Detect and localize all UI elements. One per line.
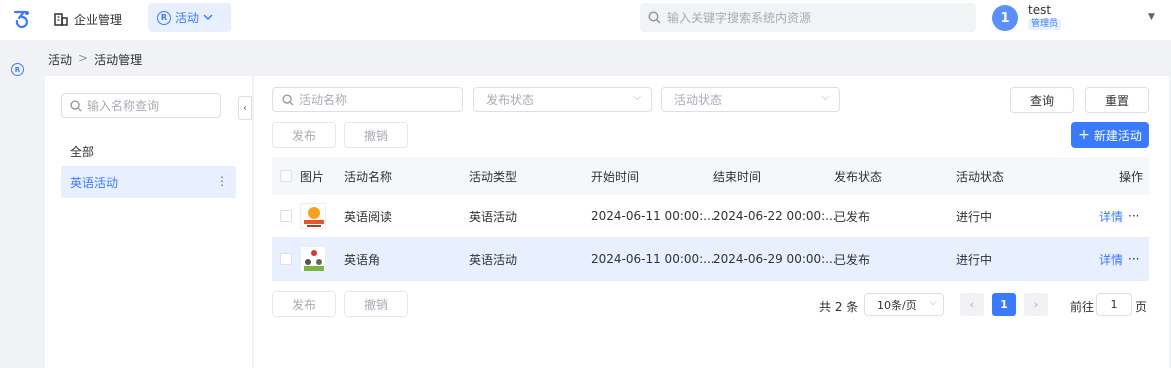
category-tree-panel: 输入名称查询 全部 英语活动 ⋮	[45, 76, 252, 368]
activity-image-icon	[301, 204, 325, 228]
tree-item-all[interactable]: 全部	[70, 143, 94, 160]
activity-icon: R	[157, 10, 171, 25]
activity-name-placeholder: 活动名称	[299, 93, 348, 107]
global-search-input[interactable]: 输入关键字搜索系统内资源	[640, 3, 976, 32]
col-end: 结束时间	[713, 169, 762, 184]
nav-enterprise-management[interactable]: 企业管理	[54, 10, 122, 28]
table-row[interactable]: 英语角 英语活动 2024-06-11 00:00:... 2024-06-29…	[272, 238, 1149, 281]
revoke-button-bottom[interactable]: 撤销	[344, 291, 408, 317]
left-rail: R	[0, 40, 34, 368]
goto-page-input[interactable]: 1	[1096, 293, 1132, 316]
pagination-total: 共 2 条	[819, 300, 859, 314]
activity-image-icon	[301, 247, 325, 271]
activity-name-input[interactable]: 活动名称	[272, 87, 463, 112]
row-name: 英语角	[344, 252, 381, 267]
more-actions-icon[interactable]: ···	[1128, 195, 1139, 237]
avatar[interactable]: 1	[992, 5, 1018, 31]
user-role-badge: 管理员	[1028, 19, 1062, 30]
activity-thumbnail	[300, 246, 326, 272]
col-name: 活动名称	[344, 169, 393, 184]
publish-button-bottom[interactable]: 发布	[272, 291, 336, 317]
chevron-down-icon: ⌵	[929, 297, 937, 308]
select-all-checkbox[interactable]	[280, 170, 292, 182]
global-search-placeholder: 输入关键字搜索系统内资源	[667, 11, 812, 25]
search-icon	[282, 93, 294, 106]
chevron-down-icon: ⌵	[633, 92, 641, 103]
table-row[interactable]: 英语阅读 英语活动 2024-06-11 00:00:... 2024-06-2…	[272, 195, 1149, 238]
tree-search-input[interactable]: 输入名称查询	[61, 93, 221, 118]
user-menu-caret-icon[interactable]: ▼	[1148, 12, 1155, 22]
tree-item-selected[interactable]: 英语活动 ⋮	[61, 166, 236, 198]
detail-link[interactable]: 详情	[1099, 195, 1123, 237]
collapse-panel-button[interactable]: ‹	[238, 96, 252, 120]
row-start: 2024-06-11 00:00:...	[591, 209, 715, 223]
activity-menu-icon[interactable]: R	[11, 63, 24, 76]
col-publish-status: 发布状态	[834, 169, 883, 184]
publish-status-select[interactable]: 发布状态 ⌵	[473, 87, 652, 112]
row-checkbox[interactable]	[280, 253, 292, 265]
more-vertical-icon[interactable]: ⋮	[216, 174, 228, 188]
breadcrumb-current: 活动管理	[94, 53, 143, 67]
page-size-select[interactable]: 10条/页 ⌵	[864, 293, 944, 316]
publish-button-top[interactable]: 发布	[272, 122, 336, 148]
col-start: 开始时间	[591, 169, 640, 184]
activity-status-select[interactable]: 活动状态 ⌵	[661, 87, 840, 112]
publish-status-placeholder: 发布状态	[486, 93, 535, 107]
plus-icon: +	[1078, 127, 1090, 143]
query-button[interactable]: 查询	[1010, 87, 1074, 113]
user-name[interactable]: test	[1028, 3, 1051, 17]
more-actions-icon[interactable]: ···	[1128, 238, 1139, 280]
col-image: 图片	[300, 169, 325, 184]
row-checkbox[interactable]	[280, 210, 292, 222]
new-activity-label: 新建活动	[1093, 128, 1142, 143]
breadcrumb-separator-icon: >	[78, 51, 89, 65]
top-bar: 企业管理 R 活动 输入关键字搜索系统内资源 1 test 管理员 ▼	[0, 0, 1171, 40]
col-activity-status: 活动状态	[956, 169, 1005, 184]
nav-activity-label: 活动	[175, 11, 200, 25]
chevron-left-icon: ‹	[243, 102, 247, 114]
row-end: 2024-06-22 00:00:...	[713, 209, 837, 223]
new-activity-button[interactable]: + 新建活动	[1071, 122, 1149, 148]
activity-status-placeholder: 活动状态	[674, 93, 723, 107]
breadcrumb-root[interactable]: 活动	[48, 51, 72, 68]
chevron-left-icon: ‹	[969, 298, 975, 311]
app-logo-icon[interactable]	[12, 8, 32, 28]
col-actions: 操作	[1119, 169, 1144, 184]
activity-thumbnail	[300, 203, 326, 229]
revoke-button-top[interactable]: 撤销	[344, 122, 408, 148]
col-type: 活动类型	[469, 169, 518, 184]
row-publish-status: 已发布	[834, 252, 871, 267]
goto-suffix: 页	[1135, 300, 1148, 314]
row-end: 2024-06-29 00:00:...	[713, 252, 837, 266]
row-activity-status: 进行中	[956, 252, 993, 267]
row-publish-status: 已发布	[834, 209, 871, 224]
row-start: 2024-06-11 00:00:...	[591, 252, 715, 266]
chevron-right-icon: ›	[1033, 298, 1039, 311]
nav-enterprise-label: 企业管理	[74, 12, 123, 27]
building-icon	[54, 12, 68, 26]
row-name: 英语阅读	[344, 209, 393, 224]
breadcrumb: 活动 > 活动管理	[48, 51, 142, 68]
row-type: 英语活动	[469, 252, 518, 267]
prev-page-button[interactable]: ‹	[960, 293, 984, 316]
row-type: 英语活动	[469, 209, 518, 224]
row-activity-status: 进行中	[956, 209, 993, 224]
next-page-button[interactable]: ›	[1024, 293, 1048, 316]
search-icon	[70, 99, 82, 112]
goto-label: 前往	[1070, 300, 1095, 314]
tree-search-placeholder: 输入名称查询	[87, 99, 160, 113]
tree-item-selected-label: 英语活动	[70, 175, 119, 190]
chevron-down-icon: ⌵	[821, 92, 829, 103]
page-size-value: 10条/页	[877, 298, 917, 312]
detail-link[interactable]: 详情	[1099, 238, 1123, 280]
nav-activity-dropdown[interactable]: R 活动	[148, 3, 231, 32]
current-page-button[interactable]: 1	[992, 293, 1016, 316]
table-header: 图片 活动名称 活动类型 开始时间 结束时间 发布状态 活动状态 操作	[272, 157, 1149, 195]
chevron-down-icon	[203, 14, 213, 20]
search-icon	[648, 11, 661, 24]
reset-button[interactable]: 重置	[1085, 87, 1149, 113]
